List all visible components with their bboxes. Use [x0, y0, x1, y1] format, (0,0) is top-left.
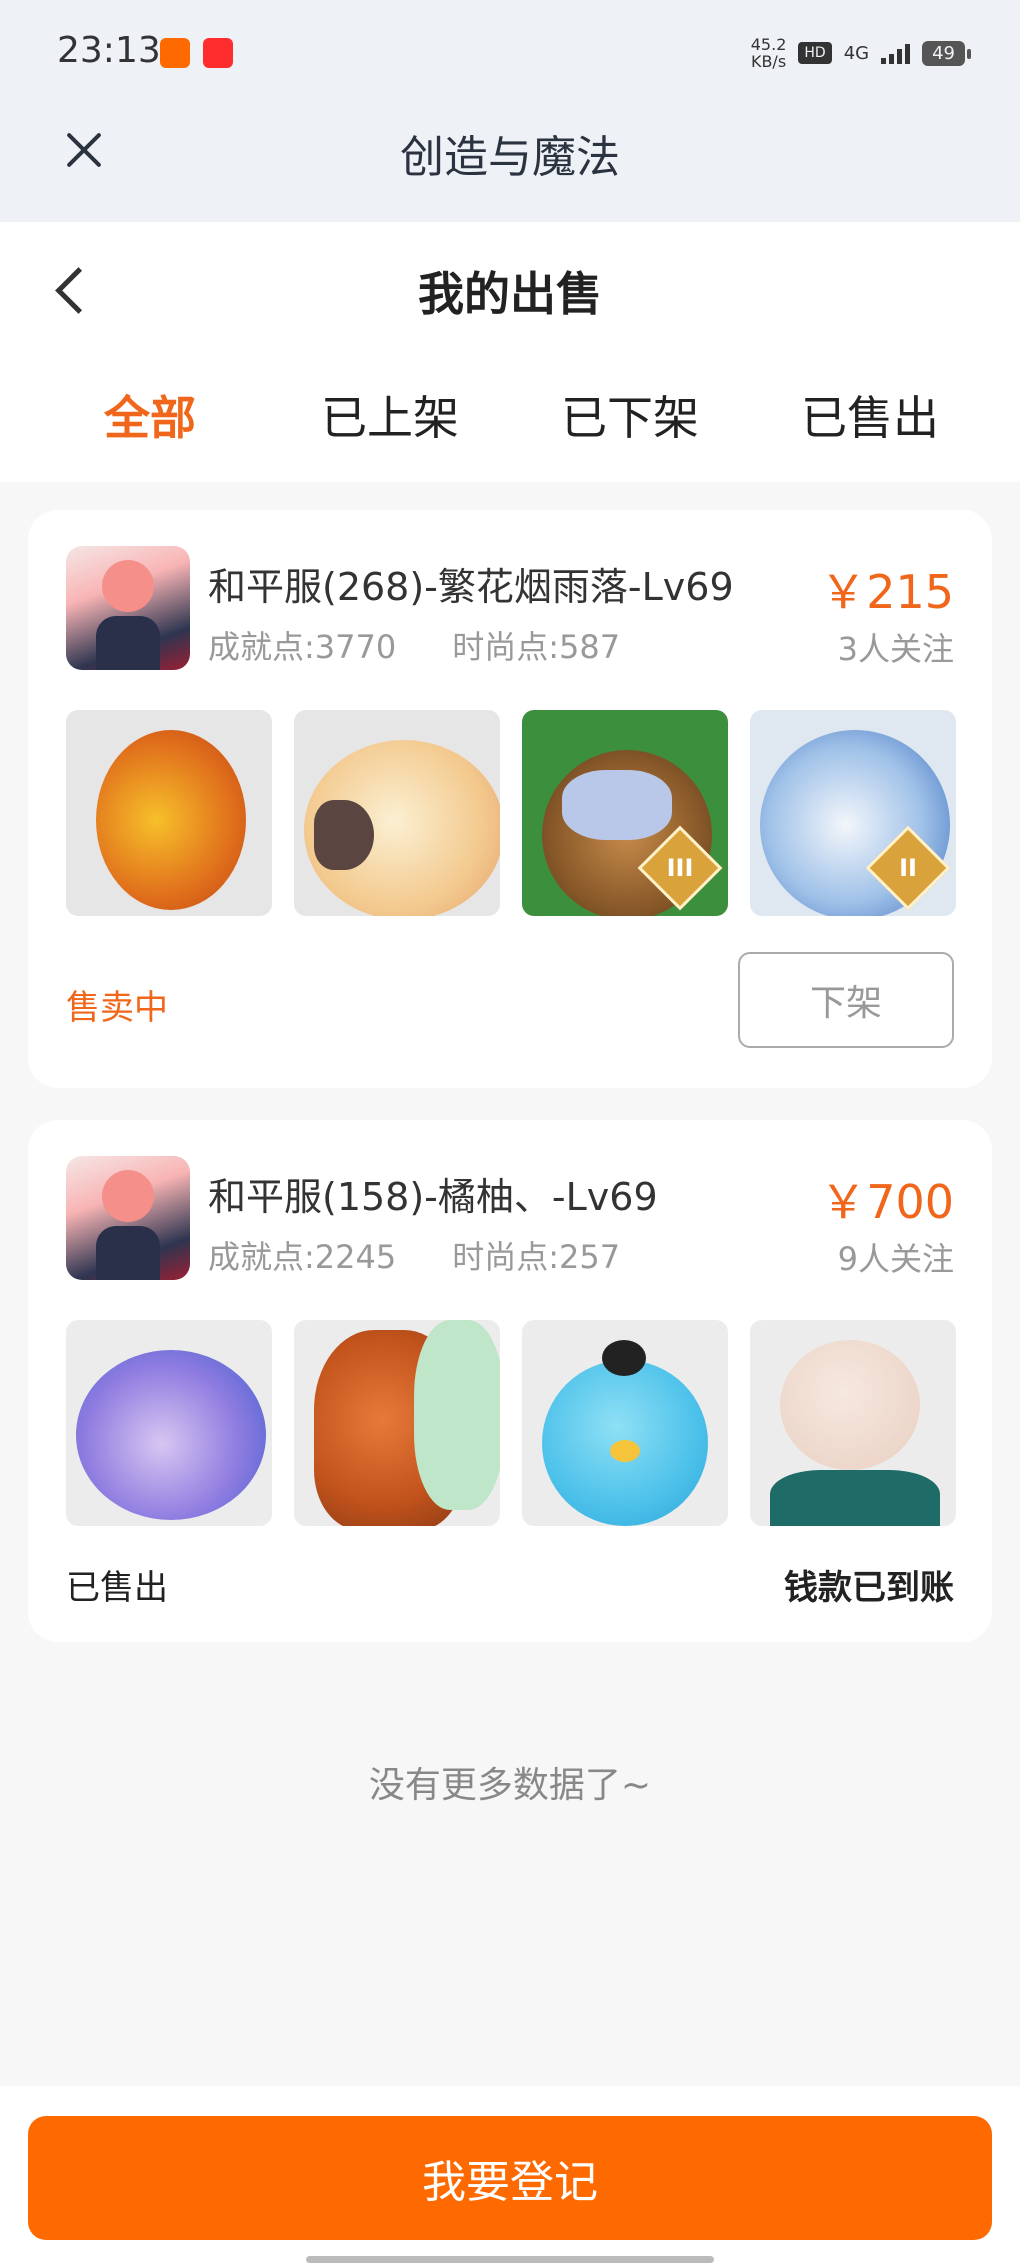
- bald-character-image[interactable]: [750, 1320, 956, 1526]
- register-button[interactable]: 我要登记: [28, 2116, 992, 2240]
- status-time: 23:13: [57, 30, 161, 71]
- tab-delisted[interactable]: 已下架: [512, 382, 748, 448]
- character-avatar: [66, 546, 190, 670]
- listing-title: 和平服(268)-繁花烟雨落-Lv69: [208, 565, 734, 609]
- achievement-points: 成就点:2245: [208, 1238, 397, 1276]
- achievement-points: 成就点:3770: [208, 628, 397, 666]
- bird-pet-image[interactable]: [522, 1320, 728, 1526]
- character-avatar: [66, 1156, 190, 1280]
- app-notification-icon: [160, 38, 190, 68]
- horse-pet-image[interactable]: [294, 1320, 500, 1526]
- signal-icon: [881, 42, 911, 64]
- listing-price: ￥215: [820, 565, 954, 619]
- network-type: 4G: [843, 42, 870, 64]
- tab-bar: 全部 已上架 已下架 已售出: [0, 382, 1020, 448]
- delist-button[interactable]: 下架: [738, 952, 954, 1048]
- lion-pet-image[interactable]: III: [522, 710, 728, 916]
- cockatoo-pet-image[interactable]: [294, 710, 500, 916]
- follower-count: 9人关注: [837, 1240, 954, 1278]
- listing-price: ￥700: [820, 1175, 954, 1229]
- listing-status: 已售出: [66, 1568, 168, 1608]
- pet-thumbnails: III II: [66, 710, 956, 916]
- tab-all[interactable]: 全部: [32, 382, 268, 448]
- listing-status: 售卖中: [66, 988, 168, 1028]
- status-bar: 23:13 45.2 KB/s HD 4G 49: [0, 0, 1020, 105]
- taobao-notification-icon: [203, 38, 233, 68]
- battery-icon: 49: [922, 40, 971, 66]
- follower-count: 3人关注: [837, 630, 954, 668]
- listing-stats: 成就点:2245 时尚点:257: [208, 1232, 620, 1278]
- hd-icon: HD: [798, 42, 832, 64]
- network-speed: 45.2 KB/s: [750, 35, 787, 71]
- no-more-data-note: 没有更多数据了~: [368, 1765, 652, 1806]
- system-icons: 45.2 KB/s HD 4G 49: [750, 35, 971, 71]
- bottom-bar: 我要登记: [0, 2086, 1020, 2267]
- dragon-pet-image[interactable]: [66, 1320, 272, 1526]
- page-header: 我的出售 全部 已上架 已下架 已售出: [0, 222, 1020, 482]
- listing-card[interactable]: 和平服(158)-橘柚、-Lv69 成就点:2245 时尚点:257 ￥700 …: [28, 1120, 992, 1642]
- settlement-status: 钱款已到账: [784, 1568, 954, 1608]
- fashion-points: 时尚点:257: [452, 1238, 621, 1276]
- tab-sold[interactable]: 已售出: [752, 382, 988, 448]
- tiger-pet-image[interactable]: II: [750, 710, 956, 916]
- listing-stats: 成就点:3770 时尚点:587: [208, 622, 620, 668]
- page-title: 我的出售: [418, 267, 602, 321]
- pet-thumbnails: [66, 1320, 956, 1526]
- top-nav: 创造与魔法: [0, 105, 1020, 222]
- tab-listed[interactable]: 已上架: [272, 382, 508, 448]
- listing-card[interactable]: 和平服(268)-繁花烟雨落-Lv69 成就点:3770 时尚点:587 ￥21…: [28, 510, 992, 1088]
- app-title: 创造与魔法: [400, 132, 620, 183]
- home-indicator[interactable]: [306, 2256, 714, 2263]
- listing-title: 和平服(158)-橘柚、-Lv69: [208, 1175, 658, 1219]
- fashion-points: 时尚点:587: [452, 628, 621, 666]
- phoenix-pet-image[interactable]: [66, 710, 272, 916]
